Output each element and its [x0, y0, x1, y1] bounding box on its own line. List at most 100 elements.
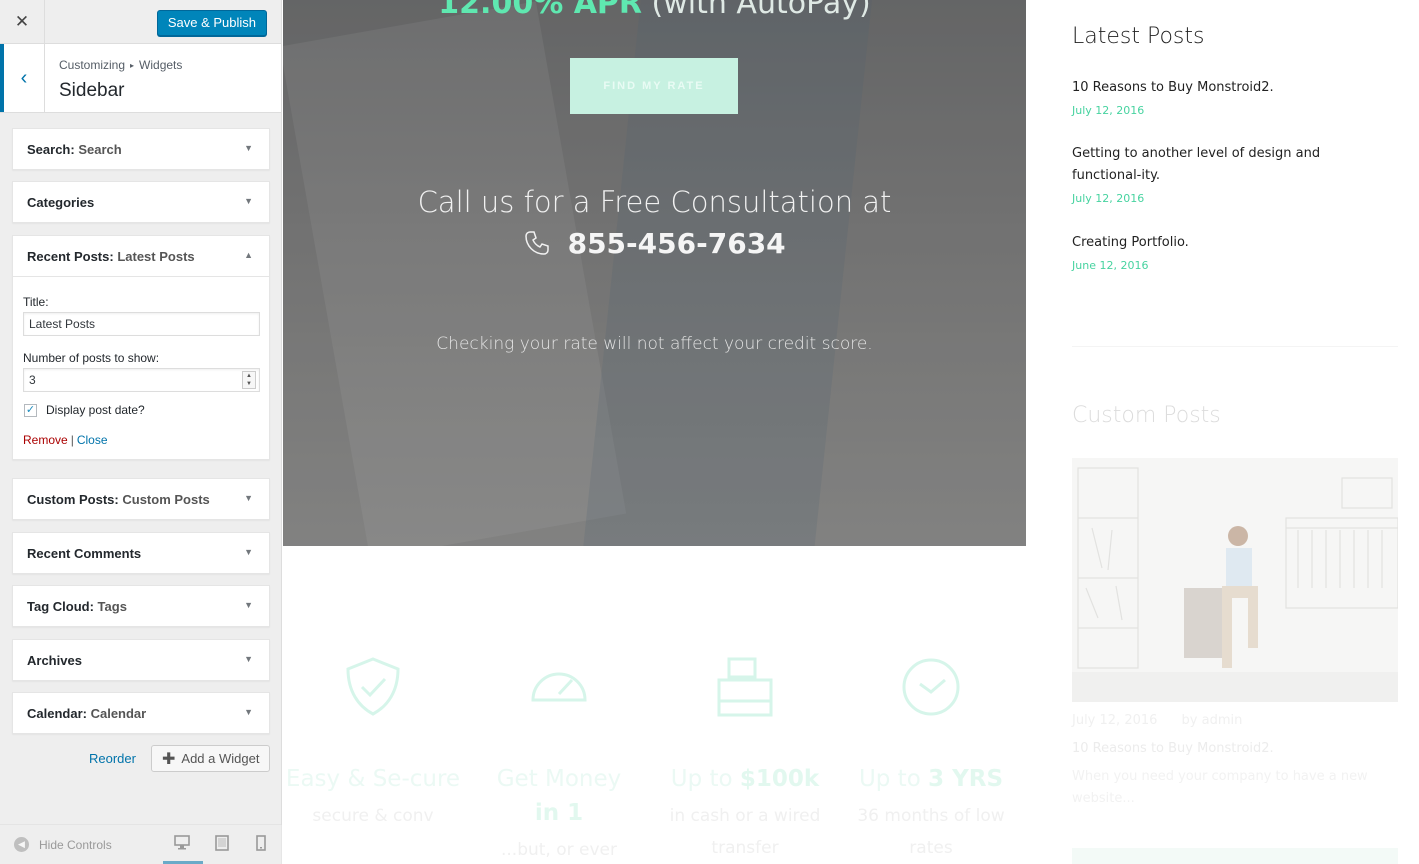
widget-recent-posts[interactable]: Recent Posts: Latest Posts ▲ Title: Late…	[12, 235, 270, 460]
number-posts-value: 3	[29, 373, 36, 387]
post-title-link[interactable]: Creating Portfolio.	[1072, 235, 1189, 250]
widget-header[interactable]: Categories ▼	[13, 182, 269, 222]
widget-type: Tag Cloud	[27, 598, 90, 614]
feature-subtitle: secure & conv	[312, 806, 434, 826]
widget-search[interactable]: Search: Search ▼	[12, 128, 270, 170]
feature-subtitle: in cash or a wired transfer	[669, 806, 821, 858]
widget-tag-cloud[interactable]: Tag Cloud: Tags ▼	[12, 585, 270, 627]
mobile-icon[interactable]	[256, 835, 266, 854]
title-input[interactable]: Latest Posts	[23, 312, 260, 336]
post-title-link[interactable]: Getting to another level of design and f…	[1072, 146, 1320, 183]
display-date-label: Display post date?	[46, 403, 145, 417]
arrow-down-icon[interactable]: ▼	[244, 547, 253, 557]
widget-categories[interactable]: Categories ▼	[12, 181, 270, 223]
custom-post-button[interactable]	[1072, 848, 1398, 864]
cash-register-icon	[655, 656, 835, 720]
widget-recent-comments[interactable]: Recent Comments ▼	[12, 532, 270, 574]
widget-form: Title: Latest Posts Number of posts to s…	[13, 276, 269, 459]
phone-line[interactable]: 855-456-7634	[283, 227, 1026, 260]
hero-rate: 12.00% APR	[438, 0, 642, 21]
post-date: July 12, 2016	[1072, 104, 1145, 117]
custom-post-meta: July 12, 2016 by admin	[1072, 713, 1242, 728]
features-section: Easy & Se-cure secure & conv Get Money in…	[283, 546, 1026, 864]
widget-header[interactable]: Calendar: Calendar ▼	[13, 693, 269, 733]
feature-title: Easy & Se-cure	[285, 766, 461, 792]
custom-post-excerpt: When you need your company to have a new…	[1072, 769, 1368, 806]
credit-note: Checking your rate will not affect your …	[436, 334, 873, 354]
widget-custom-posts[interactable]: Custom Posts: Custom Posts ▼	[12, 478, 270, 520]
plus-icon: ✚	[162, 751, 176, 768]
number-stepper[interactable]: ▲ ▼	[242, 371, 256, 389]
latest-posts-heading: Latest Posts	[1072, 24, 1205, 49]
widget-header[interactable]: Search: Search ▼	[13, 129, 269, 169]
tablet-icon[interactable]	[215, 835, 229, 854]
arrow-down-icon[interactable]: ▼	[244, 707, 253, 717]
close-customizer-button[interactable]: ✕	[0, 0, 45, 44]
remove-link[interactable]: Remove	[23, 433, 68, 447]
widget-instance-title: Search	[78, 141, 122, 157]
collapse-icon: ◀	[14, 837, 29, 852]
save-publish-button[interactable]: Save & Publish	[156, 10, 267, 36]
close-icon: ✕	[14, 12, 30, 31]
call-text: Call us for a Free Consultation at	[417, 185, 892, 219]
feature-title: Up to 3 YRS	[858, 766, 1004, 792]
breadcrumb-customizing: Customizing	[59, 58, 126, 72]
clock-icon	[841, 656, 1021, 720]
close-link[interactable]: Close	[77, 433, 108, 447]
hide-controls-button[interactable]: ◀ Hide Controls	[14, 837, 112, 852]
hero-rate-note: (with AutoPay)	[651, 0, 871, 21]
phone-icon	[523, 230, 559, 260]
arrow-down-icon[interactable]: ▼	[244, 493, 253, 503]
feature-item: Get Money in 1 ...but, or ever	[469, 656, 649, 864]
widget-archives[interactable]: Archives ▼	[12, 639, 270, 681]
widget-header[interactable]: Archives ▼	[13, 640, 269, 680]
customizer-header-actions: ✕ Save & Publish	[0, 0, 281, 44]
arrow-down-icon[interactable]: ▼	[244, 600, 253, 610]
display-date-checkbox[interactable]: ✓	[24, 403, 37, 417]
widget-calendar[interactable]: Calendar: Calendar ▼	[12, 692, 270, 734]
add-widget-button[interactable]: ✚ Add a Widget	[151, 745, 270, 772]
widget-instance-title: Tags	[97, 598, 127, 614]
custom-post-date: July 12, 2016	[1072, 713, 1158, 728]
arrow-up-icon[interactable]: ▲	[244, 250, 253, 260]
widget-header[interactable]: Recent Posts: Latest Posts ▲	[13, 236, 269, 276]
post-date: July 12, 2016	[1072, 192, 1145, 205]
hide-controls-label: Hide Controls	[39, 837, 112, 852]
post-date: June 12, 2016	[1072, 259, 1149, 272]
widget-type: Recent Posts	[27, 248, 110, 264]
custom-post-author[interactable]: by admin	[1182, 713, 1243, 728]
widget-type: Recent Comments	[27, 545, 142, 561]
find-my-rate-button[interactable]: FIND MY RATE	[570, 58, 738, 114]
arrow-down-icon[interactable]: ▼	[244, 654, 253, 664]
feature-title: Up to $100k	[670, 766, 820, 792]
breadcrumb-separator-icon: ▸	[130, 61, 135, 70]
widget-control-actions: Remove | Close	[23, 433, 259, 447]
add-widget-label: Add a Widget	[181, 751, 260, 766]
post-title-link[interactable]: 10 Reasons to Buy Monstroid2.	[1072, 80, 1274, 95]
customizer-footer: ◀ Hide Controls	[0, 824, 282, 864]
title-label: Title:	[23, 295, 49, 309]
hero-rate-heading: 12.00% APR (with AutoPay)	[283, 0, 1026, 21]
widget-header[interactable]: Tag Cloud: Tags ▼	[13, 586, 269, 626]
widget-header[interactable]: Custom Posts: Custom Posts ▼	[13, 479, 269, 519]
number-posts-input[interactable]: 3 ▲ ▼	[23, 368, 260, 392]
arrow-down-icon[interactable]: ▼	[244, 143, 253, 153]
widget-header[interactable]: Recent Comments ▼	[13, 533, 269, 573]
feature-item: Up to $100k in cash or a wired transfer	[655, 656, 835, 864]
custom-post-title-link[interactable]: 10 Reasons to Buy Monstroid2.	[1072, 741, 1274, 756]
post-item: Creating Portfolio. June 12, 2016	[1072, 232, 1392, 274]
widget-instance-title: Custom Posts	[122, 491, 210, 507]
section-header: ‹ Customizing ▸ Widgets Sidebar	[0, 44, 281, 113]
desktop-icon[interactable]	[174, 835, 190, 853]
widget-instance-title: Calendar	[90, 705, 147, 721]
custom-posts-heading: Custom Posts	[1072, 403, 1221, 428]
shield-check-icon	[283, 656, 463, 720]
reorder-link[interactable]: Reorder	[89, 751, 136, 766]
arrow-down-icon[interactable]: ▼	[244, 196, 253, 206]
custom-post-image[interactable]	[1072, 458, 1398, 702]
sidebar-divider	[1072, 346, 1398, 347]
preview-hero: 12.00% APR (with AutoPay) FIND MY RATE C…	[283, 0, 1026, 546]
widget-type: Custom Posts	[27, 491, 115, 507]
back-button[interactable]: ‹	[0, 44, 45, 112]
breadcrumb-widgets: Widgets	[139, 58, 183, 72]
